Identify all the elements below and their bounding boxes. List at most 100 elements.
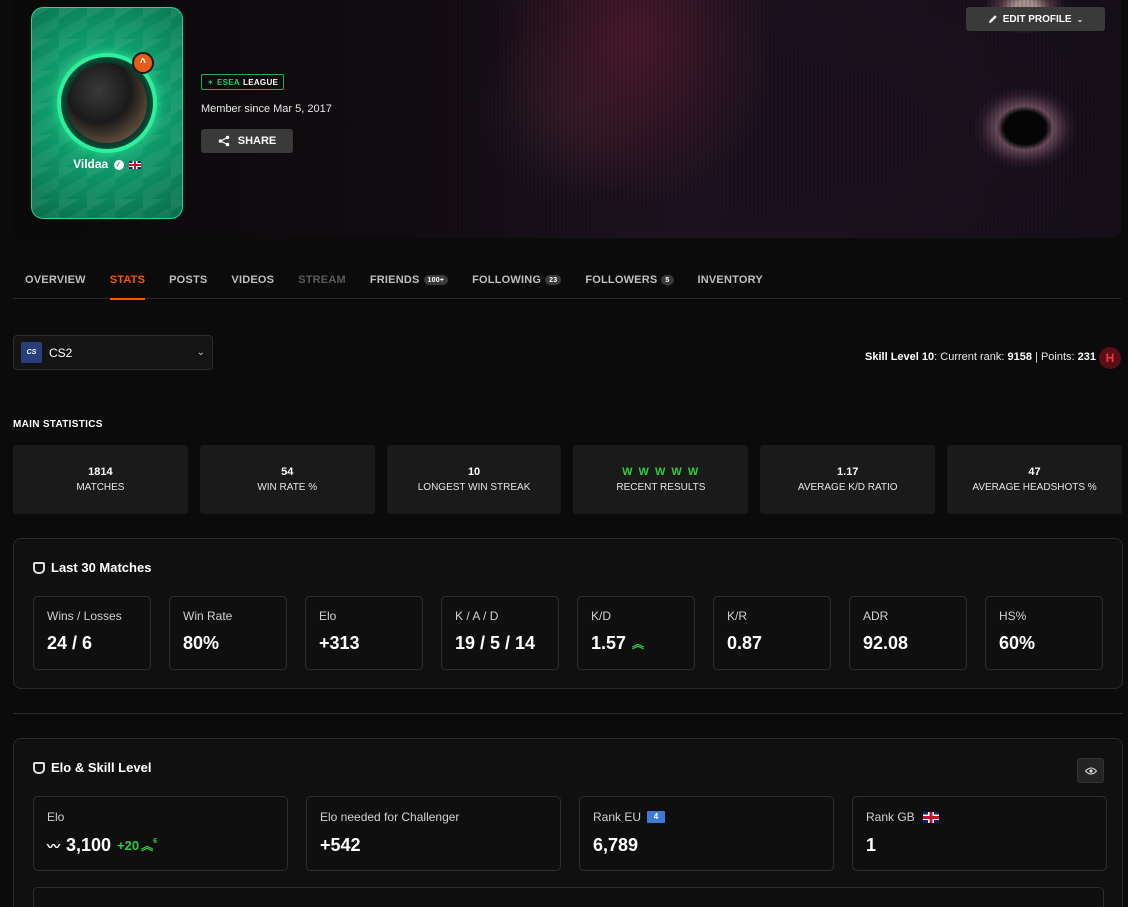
tab-inventory[interactable]: INVENTORY	[698, 268, 763, 299]
metric-label: K/D	[591, 609, 612, 623]
tab-videos[interactable]: VIDEOS	[231, 268, 274, 299]
card-username-row: Vildaa ✓	[31, 157, 183, 171]
rank-eu-label-row: Rank EU 4	[593, 810, 820, 824]
metric-value-text: +313	[319, 633, 360, 653]
metric-kad: K / A / D 19 / 5 / 14	[441, 596, 559, 670]
uk-flag-icon	[922, 811, 939, 823]
elo-skill-panel: Elo & Skill Level Elo 〰 3,100 +20 ︽ 6 Elo…	[13, 738, 1123, 907]
game-select-value: CS2	[49, 345, 73, 360]
metric-value: 24 / 6	[47, 633, 137, 654]
panel-title: Elo & Skill Level	[33, 760, 151, 775]
game-select[interactable]: CS CS2 ⌄	[13, 335, 213, 370]
tab-stats[interactable]: STATS	[109, 268, 146, 300]
elo-chart-container	[33, 887, 1104, 907]
profile-card[interactable]: ^ Vildaa ✓	[31, 7, 183, 219]
last-30-metrics: Wins / Losses 24 / 6 Win Rate 80% Elo +313 …	[33, 596, 1103, 670]
elo-up-icon: ︽	[141, 839, 154, 853]
rank-gb-label: Rank GB	[866, 810, 915, 824]
elo-section-title: Elo & Skill Level	[51, 760, 152, 775]
elo-delta-superscript: 6	[153, 838, 158, 845]
stat-label: AVERAGE K/D RATIO	[797, 482, 898, 493]
metric-label: K/R	[727, 609, 748, 623]
elo-cards: Elo 〰 3,100 +20 ︽ 6 Elo needed for Challe…	[33, 796, 1107, 871]
esea-league-badge[interactable]: ✶ ESEA LEAGUE	[201, 74, 285, 90]
elo-value-row: 〰 3,100 +20 ︽ 6	[47, 835, 274, 856]
tab-label: FRIENDS	[369, 274, 420, 286]
tab-label: FOLLOWERS	[585, 274, 658, 286]
member-since: Member since Mar 5, 2017	[201, 103, 332, 115]
tab-label: FOLLOWING	[472, 274, 542, 286]
trend-up-icon: ︽	[632, 637, 645, 651]
skill-level-10-icon: H	[1099, 347, 1121, 369]
esea-label: ESEA	[217, 77, 241, 87]
rank-eu-card: Rank EU 4 6,789	[579, 796, 834, 871]
panel-title: Last 30 Matches	[33, 560, 151, 575]
uk-flag-icon	[128, 160, 141, 169]
metric-value-text: 0.87	[727, 633, 763, 653]
stat-headshots: 47 AVERAGE HEADSHOTS %	[947, 445, 1122, 514]
metric-value-text: 24 / 6	[47, 633, 93, 653]
metric-value: 19 / 5 / 14	[455, 633, 545, 654]
metric-wins-losses: Wins / Losses 24 / 6	[33, 596, 151, 670]
mask-icon	[33, 761, 45, 774]
tab-friends[interactable]: FRIENDS 100+	[369, 268, 449, 299]
share-button[interactable]: SHARE	[201, 129, 293, 153]
stat-win-rate: 54 WIN RATE %	[199, 445, 375, 514]
tab-stream[interactable]: STREAM	[298, 268, 346, 299]
username: Vildaa	[73, 157, 109, 171]
stat-label: WIN RATE %	[257, 482, 318, 493]
elo-needed-value: +542	[320, 835, 361, 855]
section-divider	[13, 713, 1123, 714]
elo-needed-card: Elo needed for Challenger +542	[306, 796, 561, 871]
tab-count-badge: 100+	[423, 275, 449, 285]
chevron-down-icon: ⌄	[196, 347, 205, 358]
edit-profile-label: EDIT PROFILE	[1002, 13, 1072, 25]
tab-count-badge: 23	[545, 275, 562, 285]
profile-tabs: OVERVIEW STATS POSTS VIDEOS STREAM FRIEN…	[13, 268, 1121, 300]
tab-following[interactable]: FOLLOWING 23	[472, 268, 562, 299]
metric-value-text: 92.08	[863, 633, 909, 653]
metric-win-rate: Win Rate 80%	[169, 596, 287, 670]
rank-gb-label-row: Rank GB	[866, 810, 1093, 824]
eu-region-icon: 4	[647, 811, 666, 823]
metric-adr: ADR 92.08	[849, 596, 967, 670]
tab-label: STATS	[109, 274, 146, 286]
avatar	[67, 63, 147, 143]
metric-value: +313	[319, 633, 409, 654]
metric-elo: Elo +313	[305, 596, 423, 670]
metric-value: 80%	[183, 633, 273, 654]
cs2-logo-icon: CS	[21, 342, 42, 363]
edit-profile-button[interactable]: EDIT PROFILE ⌄	[966, 7, 1105, 31]
metric-value: 1.57 ︽	[591, 633, 681, 654]
stat-value: 47	[1028, 466, 1041, 478]
elo-label: Elo	[47, 810, 65, 824]
metric-label: HS%	[999, 609, 1027, 623]
points-label: | Points:	[1031, 351, 1078, 363]
pencil-icon	[988, 15, 997, 23]
tab-posts[interactable]: POSTS	[169, 268, 207, 299]
tab-followers[interactable]: FOLLOWERS 5	[585, 268, 674, 299]
stat-kd-ratio: 1.17 AVERAGE K/D RATIO	[760, 445, 936, 514]
metric-value: 60%	[999, 633, 1089, 654]
visibility-toggle-button[interactable]	[1077, 758, 1104, 783]
stat-label: LONGEST WIN STREAK	[417, 482, 531, 493]
rank-label: : Current rank:	[934, 351, 1008, 363]
metric-label: Elo	[319, 609, 337, 623]
rank-eu-label: Rank EU	[593, 810, 642, 824]
elo-trend-icon: 〰	[47, 839, 61, 854]
stat-label: MATCHES	[76, 482, 125, 493]
verified-icon: ✓	[113, 159, 124, 170]
esea-star-icon: ✶	[207, 77, 215, 87]
metric-value-text: 80%	[183, 633, 220, 653]
metric-label: ADR	[863, 609, 889, 623]
tab-overview[interactable]: OVERVIEW	[25, 268, 86, 299]
metric-value-text: 1.57	[591, 633, 627, 653]
skill-level-summary: Skill Level 10: Current rank: 9158 | Poi…	[865, 351, 1096, 363]
last-30-title: Last 30 Matches	[51, 560, 152, 575]
metric-value-text: 19 / 5 / 14	[455, 633, 536, 653]
main-statistics-heading: MAIN STATISTICS	[13, 419, 103, 430]
elo-value: 3,100	[66, 835, 112, 855]
metric-label: Wins / Losses	[47, 609, 122, 623]
last-30-matches-panel: Last 30 Matches Wins / Losses 24 / 6 Win …	[13, 538, 1123, 689]
tab-label: POSTS	[169, 274, 208, 286]
